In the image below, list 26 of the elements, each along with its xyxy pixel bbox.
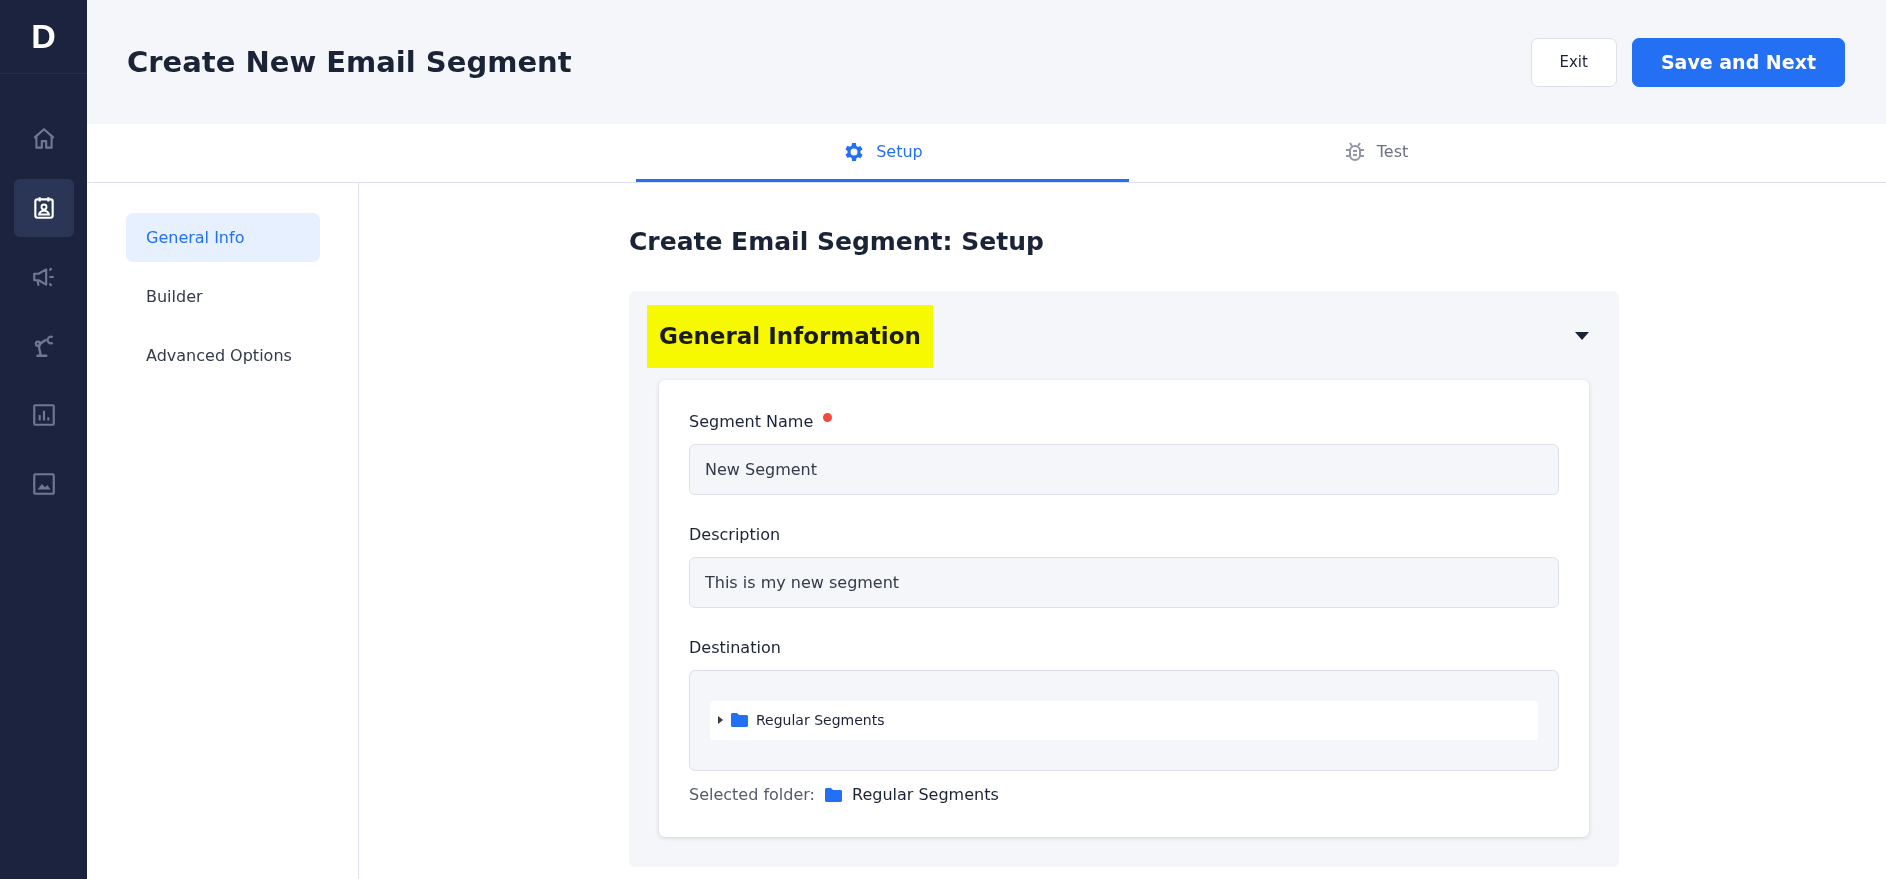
field-label: Destination [689,636,781,659]
input-field[interactable]: New Segment [689,443,1559,495]
tab[interactable]: Test [1129,124,1622,182]
bar-chart-icon [30,402,57,428]
expand-caret-icon[interactable] [718,716,723,724]
selected-folder-label: Selected folder: [689,783,815,806]
image-icon [30,471,57,497]
field-label: Segment Name [689,410,814,433]
tree-node[interactable]: Regular Segments [710,700,1538,740]
folder-name: Regular Segments [756,710,885,730]
folder-icon [731,713,748,727]
input-field[interactable]: This is my new segment [689,556,1559,608]
caret-icon[interactable] [1575,332,1589,341]
tab[interactable]: Setup [636,124,1129,182]
section-heading: Create Email Segment: Setup [629,227,1045,257]
selected-folder-name: Regular Segments [852,783,999,806]
save-and-next-button[interactable]: Save and Next [1631,37,1845,87]
sidebar-nav-item[interactable] [13,179,74,237]
exit-button[interactable]: Exit [1530,37,1617,87]
section-nav-item[interactable]: Builder [126,272,320,321]
folder-icon [825,787,842,802]
section-nav-item[interactable]: General Info [126,213,320,262]
field-label: Description [689,523,781,546]
page-title: Create New Email Segment [127,44,573,80]
panel-title: General Information [647,305,933,368]
section-nav-item[interactable]: Advanced Options [126,331,320,380]
